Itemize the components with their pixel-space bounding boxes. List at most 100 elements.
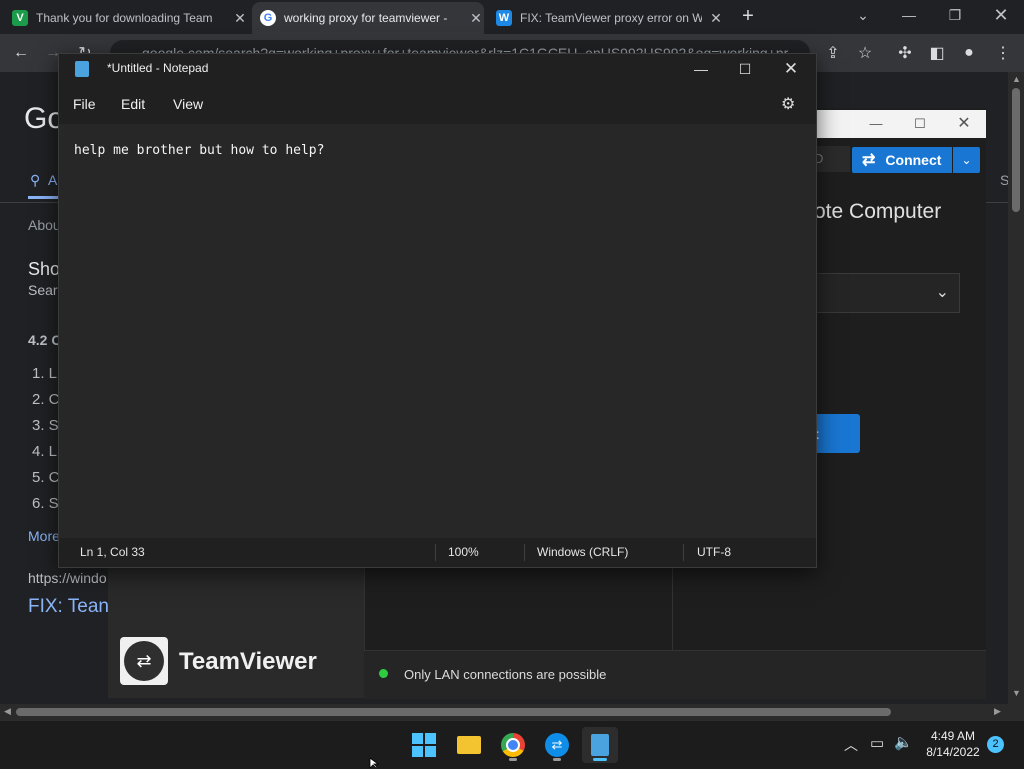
side-panel-icon[interactable]: ◧ (924, 40, 950, 66)
share-icon[interactable]: ⇪ (820, 40, 846, 66)
snippet-sub: Sear (28, 282, 58, 298)
google-favicon-icon: G (260, 10, 276, 26)
scroll-down-icon[interactable]: ▼ (1012, 688, 1021, 698)
connect-label: Connect (885, 152, 942, 168)
connection-status: Only LAN connections are possible (404, 667, 607, 682)
status-indicator-icon (379, 669, 388, 678)
scrollbar-thumb[interactable] (16, 708, 891, 716)
connect-partner-button[interactable]: t (814, 414, 860, 453)
tab-favicon-icon: V (12, 10, 28, 26)
list-item: 4. L (32, 443, 58, 460)
horizontal-scrollbar[interactable]: ◀ ▶ (0, 704, 1008, 720)
editor-content: help me brother but how to help? (74, 143, 325, 158)
teamviewer-icon: ⇄ (545, 733, 569, 757)
minimize-icon[interactable]: — (689, 57, 713, 81)
list-item: 1. L (32, 365, 58, 382)
list-item: 6. S (32, 495, 59, 512)
restore-icon[interactable]: ❐ (932, 0, 978, 30)
scroll-up-icon[interactable]: ▲ (1012, 74, 1021, 84)
browser-tab-strip: V Thank you for downloading Team ✕ G wor… (0, 0, 1024, 34)
browser-tab-2[interactable]: G working proxy for teamviewer - ✕ (252, 2, 484, 34)
search-icon[interactable]: ⚲ (30, 172, 40, 189)
tab-title: Thank you for downloading Team (36, 11, 213, 25)
maximize-icon[interactable]: ☐ (733, 57, 757, 81)
menu-view[interactable]: View (173, 84, 203, 124)
close-tab-icon[interactable]: ✕ (468, 10, 484, 26)
settings-gear-icon[interactable]: ⚙ (781, 94, 795, 114)
list-item: 2. C (32, 391, 60, 408)
notepad-app-icon (75, 61, 89, 77)
list-item: 5. C (32, 469, 60, 486)
close-tab-icon[interactable]: ✕ (232, 10, 248, 26)
snippet-rating: 4.2 C (28, 332, 62, 348)
close-tab-icon[interactable]: ✕ (708, 10, 724, 26)
browser-tab-3[interactable]: W FIX: TeamViewer proxy error on W ✕ (496, 2, 724, 34)
scroll-right-icon[interactable]: ▶ (994, 706, 1001, 717)
file-explorer-button[interactable] (451, 727, 487, 763)
connect-dropdown-icon[interactable]: ⌄ (953, 147, 980, 173)
tab-all[interactable]: A (48, 172, 57, 188)
close-icon[interactable]: ✕ (952, 112, 976, 136)
teamviewer-statusbar: Only LAN connections are possible (364, 650, 986, 699)
windows-logo-icon (412, 733, 436, 757)
profile-icon[interactable]: ● (956, 40, 982, 66)
chevron-down-icon: ⌄ (935, 284, 949, 301)
remote-computer-heading: ote Computer (814, 200, 942, 223)
close-icon[interactable]: ✕ (779, 57, 803, 81)
chrome-icon (501, 733, 525, 757)
volume-icon[interactable]: 🔈 (894, 733, 913, 751)
running-indicator (553, 758, 561, 761)
teamviewer-taskbar-button[interactable]: ⇄ (539, 727, 575, 763)
extensions-icon[interactable]: ✣ (892, 40, 918, 66)
show-hidden-icons-icon[interactable]: ︿ (844, 735, 858, 755)
notepad-taskbar-button[interactable] (582, 727, 618, 763)
bookmark-star-icon[interactable]: ☆ (852, 40, 878, 66)
teamviewer-sidebar: ⇄ TeamViewer (108, 568, 364, 698)
teamviewer-panel (364, 568, 673, 650)
partner-id-field[interactable]: D (814, 146, 850, 172)
arrows-icon: ⇄ (862, 152, 876, 169)
line-ending: Windows (CRLF) (537, 545, 629, 559)
connect-button[interactable]: ⇄ Connect (852, 147, 952, 173)
browser-tab-1[interactable]: V Thank you for downloading Team ✕ (12, 2, 248, 34)
zoom-level: 100% (448, 545, 479, 559)
divider (683, 544, 684, 561)
text-editor-area[interactable]: help me brother but how to help? (59, 126, 816, 538)
vertical-scrollbar[interactable]: ▲ ▼ (1008, 72, 1024, 720)
more-link[interactable]: More (28, 528, 60, 544)
date: 8/14/2022 (926, 745, 980, 759)
back-icon[interactable]: ← (8, 40, 34, 66)
menu-edit[interactable]: Edit (121, 84, 145, 124)
result-title-link[interactable]: FIX: Tean (28, 596, 109, 618)
maximize-icon[interactable]: ☐ (908, 112, 932, 136)
scroll-left-icon[interactable]: ◀ (4, 706, 11, 717)
notepad-window: *Untitled - Notepad — ☐ ✕ File Edit View… (58, 53, 817, 568)
mouse-cursor-icon (369, 758, 380, 768)
divider (524, 544, 525, 561)
menu-file[interactable]: File (73, 84, 96, 124)
menu-icon[interactable]: ⋮ (990, 40, 1016, 66)
network-icon[interactable]: ▭ (870, 734, 884, 752)
tab-title: FIX: TeamViewer proxy error on W (520, 11, 702, 25)
cursor-position: Ln 1, Col 33 (80, 545, 145, 559)
tab-search-icon[interactable]: ⌄ (840, 0, 886, 30)
snippet-heading: Sho (28, 259, 61, 279)
close-window-icon[interactable]: ✕ (978, 0, 1024, 30)
partner-dropdown[interactable]: ⌄ (814, 273, 960, 313)
chrome-taskbar-button[interactable] (495, 727, 531, 763)
running-indicator (509, 758, 517, 761)
start-button[interactable] (406, 727, 442, 763)
page-tab-fragment[interactable]: S (1000, 172, 1008, 188)
about-text: Abou (28, 217, 61, 233)
notepad-statusbar: Ln 1, Col 33 100% Windows (CRLF) UTF-8 (59, 538, 816, 567)
minimize-icon[interactable]: — (886, 0, 932, 30)
clock[interactable]: 4:49 AM 8/14/2022 (918, 728, 988, 760)
window-title: *Untitled - Notepad (107, 61, 209, 75)
notification-badge[interactable]: 2 (987, 736, 1004, 753)
teamviewer-logo-icon: ⇄ (120, 637, 168, 685)
new-tab-button[interactable]: + (736, 4, 760, 28)
minimize-icon[interactable]: — (864, 112, 888, 136)
folder-icon (457, 736, 481, 754)
scrollbar-thumb[interactable] (1012, 88, 1020, 212)
notepad-titlebar: *Untitled - Notepad — ☐ ✕ (59, 54, 816, 84)
